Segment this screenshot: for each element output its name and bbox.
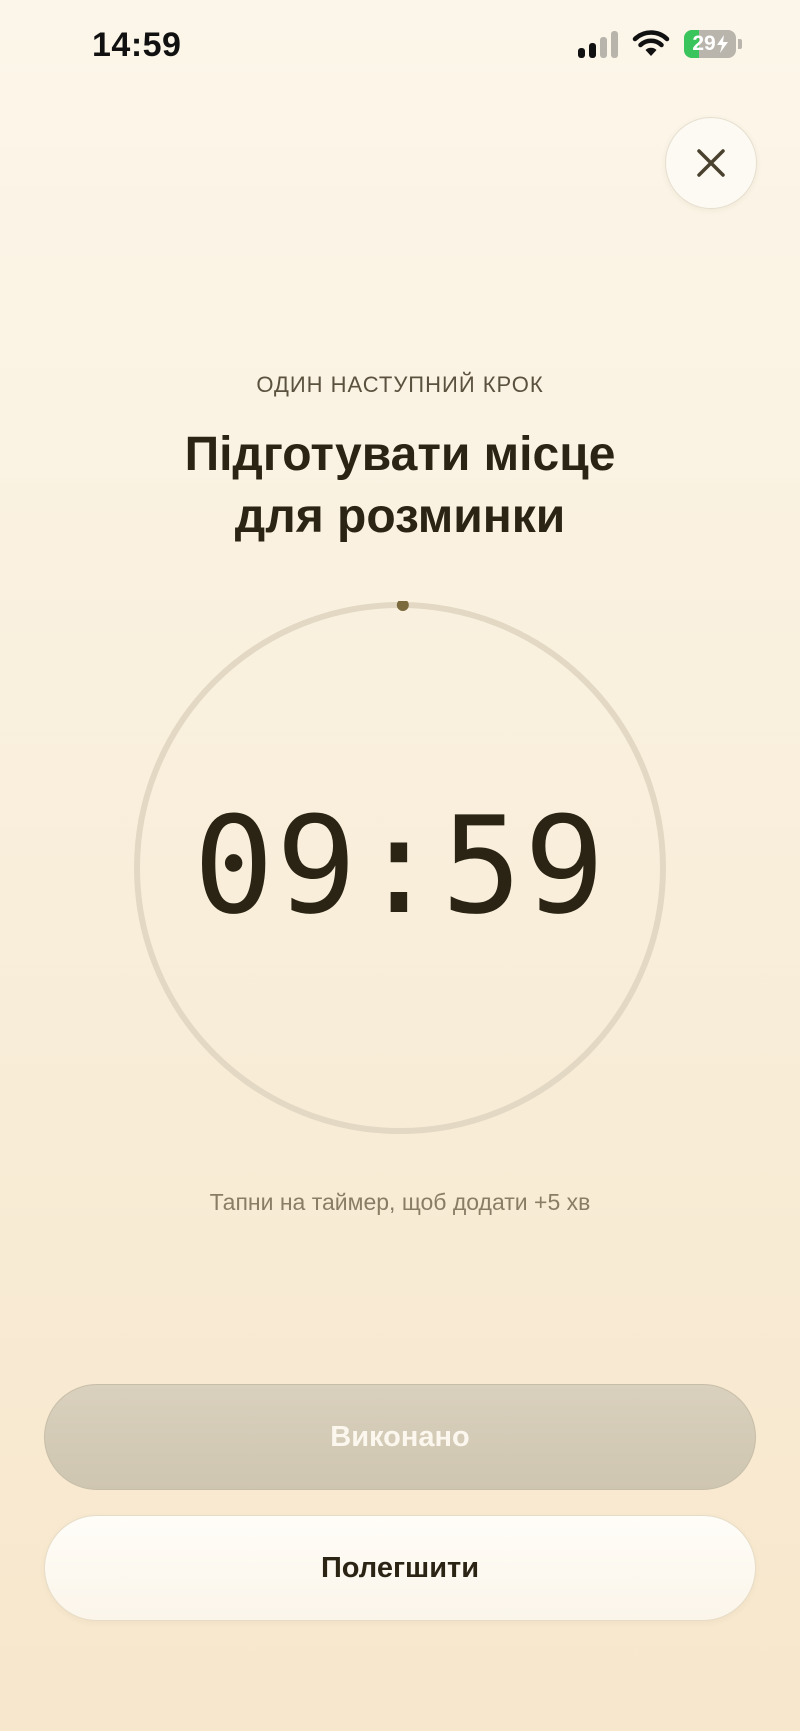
step-title: Підготувати місце для розминки [100,424,700,548]
step-title-line-2: для розминки [234,490,566,543]
step-title-line-1: Підготувати місце [184,428,616,481]
battery-level: 29 [692,32,716,55]
countdown-timer[interactable]: 09:59 [133,601,667,1135]
cellular-signal-icon [578,30,618,58]
status-time: 14:59 [92,26,182,64]
battery-charging-icon: 29 [684,30,742,58]
status-bar: 14:59 29 [0,0,800,96]
ease-button[interactable]: Полегшити [44,1515,756,1621]
close-button[interactable] [665,117,757,209]
timer-progress-dot [396,601,409,612]
done-button[interactable]: Виконано [44,1384,756,1490]
wifi-icon [632,30,670,56]
step-eyebrow: ОДИН НАСТУПНИЙ КРОК [256,372,544,397]
status-icons: 29 [578,30,742,58]
close-icon [697,149,725,177]
charging-bolt-icon [716,35,728,53]
timer-hint: Тапни на таймер, щоб додати +5 хв [209,1189,591,1215]
timer-value: 09:59 [193,788,607,944]
